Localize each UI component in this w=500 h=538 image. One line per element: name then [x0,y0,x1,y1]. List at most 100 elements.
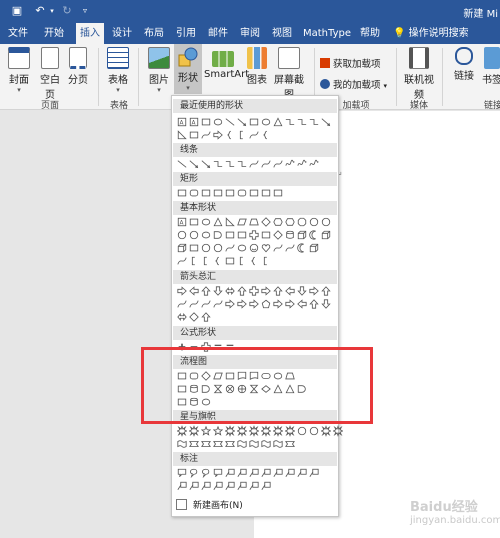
shape-arrR-icon[interactable] [237,298,247,310]
shape-ribbon-icon[interactable] [225,438,235,450]
shape-burst-icon[interactable] [249,425,259,437]
shape-rrect-icon[interactable] [189,187,199,199]
link-button[interactable]: 链接 [452,47,476,82]
shape-arrR-icon[interactable] [249,298,259,310]
shape-pent-icon[interactable] [261,298,271,310]
shape-arrD-icon[interactable] [321,298,331,310]
shape-arrLR-icon[interactable] [225,285,235,297]
shape-arrU-icon[interactable] [321,285,331,297]
shape-curve-icon[interactable] [285,242,295,254]
shape-arrD-icon[interactable] [297,285,307,297]
shape-ribbon-icon[interactable] [189,438,199,450]
shape-free-icon[interactable] [297,158,307,170]
my-addins-button[interactable]: 我的加载项 ▾ [320,77,387,91]
shape-rect-icon[interactable] [225,187,235,199]
shape-wave-icon[interactable] [249,438,259,450]
shape-cross-icon[interactable] [249,229,259,241]
shape-lcallout-icon[interactable] [189,480,199,492]
shape-curve-icon[interactable] [201,298,211,310]
shape-arrR-icon[interactable] [261,285,271,297]
shape-text-icon[interactable]: A [189,116,199,128]
shape-lcallout-icon[interactable] [237,480,247,492]
shape-rect-icon[interactable] [189,216,199,228]
shape-brace-icon[interactable] [261,129,271,141]
shape-burst-icon[interactable] [237,425,247,437]
shape-bracket-icon[interactable] [189,255,199,267]
shape-text-icon[interactable]: A [177,116,187,128]
shape-bracket-icon[interactable] [201,255,211,267]
shape-cube-icon[interactable] [321,229,331,241]
shape-arrR-icon[interactable] [225,298,235,310]
shape-ribbon-icon[interactable] [285,438,295,450]
shape-lcallout-icon[interactable] [213,480,223,492]
shape-rect-icon[interactable] [273,187,283,199]
tab-mailings[interactable]: 邮件 [206,23,230,44]
shape-oval-icon[interactable] [237,242,247,254]
shape-ocallout-icon[interactable] [201,467,211,479]
shape-curve-icon[interactable] [225,242,235,254]
shape-cube-icon[interactable] [177,242,187,254]
shape-arrR-icon[interactable] [309,285,319,297]
shape-lcallout-icon[interactable] [309,467,319,479]
shape-oval-icon[interactable] [201,216,211,228]
shape-star5-icon[interactable] [213,425,223,437]
shape-burst-icon[interactable] [225,425,235,437]
shape-tri-icon[interactable] [273,116,283,128]
shape-rect-icon[interactable] [261,229,271,241]
page-break-button[interactable]: 分页 [66,47,90,86]
shape-lcallout-icon[interactable] [225,467,235,479]
shape-arrR-icon[interactable] [177,285,187,297]
shape-burst-icon[interactable] [285,425,295,437]
shape-arrD-icon[interactable] [213,285,223,297]
shape-rect-icon[interactable] [225,255,235,267]
shape-arrU-icon[interactable] [201,311,211,323]
shape-arrU-icon[interactable] [273,285,283,297]
new-canvas-button[interactable]: 新建画布(N) [176,499,243,513]
shape-rect-icon[interactable] [201,187,211,199]
shape-bracket-icon[interactable] [261,255,271,267]
shape-elbow-icon[interactable] [309,116,319,128]
shape-text-icon[interactable]: A [177,216,187,228]
shape-curve-icon[interactable] [273,158,283,170]
shape-lcallout-icon[interactable] [249,467,259,479]
tab-insert[interactable]: 插入 [76,23,104,44]
shape-oct-icon[interactable] [297,216,307,228]
tab-file[interactable]: 文件 [6,23,30,44]
shape-arrR-icon[interactable] [273,298,283,310]
shape-rect-icon[interactable] [189,242,199,254]
shape-burst-icon[interactable] [273,425,283,437]
shape-lcallout-icon[interactable] [297,467,307,479]
shape-curve-icon[interactable] [177,298,187,310]
shape-rect-icon[interactable] [177,187,187,199]
shape-burst-icon[interactable] [321,425,331,437]
shape-callout-icon[interactable] [213,467,223,479]
shape-rrect-icon[interactable] [237,187,247,199]
shape-diam-icon[interactable] [261,216,271,228]
save-icon[interactable]: ▣ [10,4,24,18]
tab-mathtype[interactable]: MathType [302,23,352,44]
shape-arrL-icon[interactable] [297,298,307,310]
shape-rect-icon[interactable] [213,187,223,199]
shape-elbow-icon[interactable] [213,158,223,170]
shape-moon-icon[interactable] [309,229,319,241]
shape-arrowl-icon[interactable] [201,158,211,170]
shape-rect-icon[interactable] [249,116,259,128]
shape-free-icon[interactable] [285,158,295,170]
shape-rtri-icon[interactable] [225,216,235,228]
shape-rect-icon[interactable] [225,229,235,241]
shape-curve-icon[interactable] [249,129,259,141]
bookmark-button[interactable]: 书签 [480,47,500,86]
shape-cross-icon[interactable] [249,285,259,297]
shape-elbow-icon[interactable] [225,158,235,170]
table-button[interactable]: 表格 ▾ [104,47,132,94]
shape-arrowl-icon[interactable] [321,116,331,128]
shape-lcallout-icon[interactable] [261,480,271,492]
shape-line-icon[interactable] [177,158,187,170]
shape-elbow-icon[interactable] [297,116,307,128]
online-video-button[interactable]: 联机视频 [400,47,438,101]
shape-lcallout-icon[interactable] [237,467,247,479]
shape-arrU-icon[interactable] [309,298,319,310]
smartart-button[interactable]: SmartArt [204,47,249,80]
shape-tri-icon[interactable] [213,216,223,228]
picture-button[interactable]: 图片 ▾ [146,47,172,94]
